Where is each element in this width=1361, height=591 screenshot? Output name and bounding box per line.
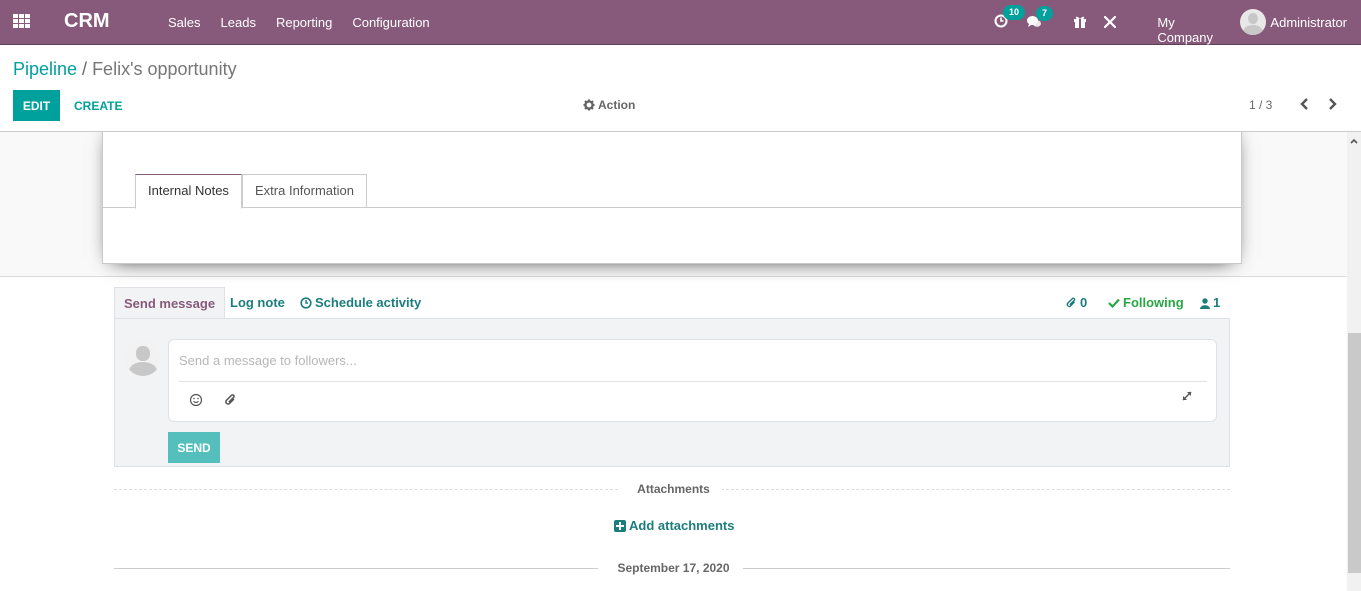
tab-internal-notes[interactable]: Internal Notes	[135, 174, 242, 209]
messages-button[interactable]: 7	[1026, 15, 1042, 29]
send-message-tab[interactable]: Send message	[114, 287, 225, 320]
edit-button[interactable]: EDIT	[13, 90, 60, 121]
check-icon	[1108, 298, 1120, 308]
main-menu: Sales Leads Reporting Configuration	[168, 15, 450, 30]
menu-item-leads[interactable]: Leads	[221, 15, 256, 30]
schedule-activity-button[interactable]: Schedule activity	[300, 287, 421, 319]
chevron-up-icon	[1350, 138, 1358, 144]
scrollbar-thumb[interactable]	[1348, 333, 1361, 573]
activities-count-badge: 10	[1003, 5, 1025, 20]
pager-next-button[interactable]	[1324, 95, 1340, 113]
expand-composer-button[interactable]	[1180, 389, 1196, 405]
user-avatar	[1240, 9, 1266, 35]
paperclip-icon	[224, 393, 238, 407]
control-panel: Pipeline/Felix's opportunity EDIT CREATE…	[0, 45, 1361, 132]
message-composer: SEND	[114, 318, 1230, 467]
gift-button[interactable]	[1073, 15, 1087, 28]
following-label: Following	[1123, 287, 1184, 319]
gear-icon	[583, 99, 595, 111]
breadcrumb: Pipeline/Felix's opportunity	[13, 59, 237, 80]
expand-icon	[1180, 389, 1194, 403]
gift-icon	[1073, 15, 1087, 28]
user-menu[interactable]: Administrator	[1240, 9, 1347, 35]
user-name: Administrator	[1270, 15, 1347, 30]
tools-icon	[1103, 15, 1117, 29]
clock-icon	[300, 297, 312, 309]
followers-button[interactable]: 1	[1200, 287, 1220, 319]
scroll-up-button[interactable]	[1347, 132, 1361, 149]
attachments-title: Attachments	[0, 482, 1347, 496]
create-button[interactable]: CREATE	[66, 90, 130, 121]
composer-divider	[179, 381, 1207, 382]
form-view-content: Sales Team Sales Internal Notes Extra In…	[0, 132, 1347, 591]
menu-item-reporting[interactable]: Reporting	[276, 15, 332, 30]
chatter-topbar: Send message Log note Schedule activity …	[114, 287, 1230, 319]
menu-item-configuration[interactable]: Configuration	[352, 15, 429, 30]
form-sheet: Sales Team Sales Internal Notes Extra In…	[102, 132, 1242, 264]
chevron-left-icon	[1297, 95, 1313, 113]
apps-menu-icon[interactable]	[13, 14, 31, 28]
pager-value[interactable]: 1 / 3	[1249, 98, 1272, 112]
app-brand[interactable]: CRM	[64, 10, 110, 33]
plus-square-icon	[614, 520, 626, 532]
add-attachments-label: Add attachments	[629, 518, 734, 533]
user-icon	[1200, 298, 1210, 309]
menu-item-sales[interactable]: Sales	[168, 15, 201, 30]
message-input[interactable]	[179, 348, 1207, 372]
breadcrumb-current: Felix's opportunity	[92, 59, 237, 79]
company-switcher[interactable]: My Company	[1157, 15, 1213, 45]
activities-button[interactable]: 10	[994, 14, 1008, 28]
action-dropdown[interactable]: Action	[583, 98, 635, 112]
composer-avatar	[125, 340, 161, 376]
composer-box	[168, 339, 1217, 422]
attachments-count: 0	[1080, 287, 1087, 319]
top-navbar: CRM Sales Leads Reporting Configuration …	[0, 0, 1361, 45]
pager-previous-button[interactable]	[1297, 95, 1313, 113]
attach-file-button[interactable]	[224, 393, 240, 409]
add-attachments-button[interactable]: Add attachments	[614, 518, 734, 533]
paperclip-icon	[1066, 297, 1077, 309]
messages-count-badge: 7	[1036, 6, 1053, 21]
message-date-separator: September 17, 2020	[0, 561, 1347, 575]
following-button[interactable]: Following	[1108, 287, 1184, 319]
followers-count: 1	[1213, 287, 1220, 319]
attachments-count-button[interactable]: 0	[1066, 287, 1087, 319]
action-label: Action	[598, 98, 635, 112]
schedule-activity-label: Schedule activity	[315, 287, 421, 319]
notebook-tabs: Internal Notes Extra Information	[103, 174, 1241, 208]
breadcrumb-pipeline-link[interactable]: Pipeline	[13, 59, 77, 79]
tab-extra-information[interactable]: Extra Information	[242, 174, 367, 208]
chevron-right-icon	[1324, 95, 1340, 113]
send-button[interactable]: SEND	[168, 432, 220, 463]
debug-tools-button[interactable]	[1103, 15, 1117, 29]
smile-icon	[189, 393, 203, 407]
emoji-button[interactable]	[189, 393, 205, 409]
log-note-tab[interactable]: Log note	[230, 287, 285, 319]
breadcrumb-separator: /	[82, 59, 87, 79]
vertical-scrollbar[interactable]	[1347, 132, 1361, 591]
